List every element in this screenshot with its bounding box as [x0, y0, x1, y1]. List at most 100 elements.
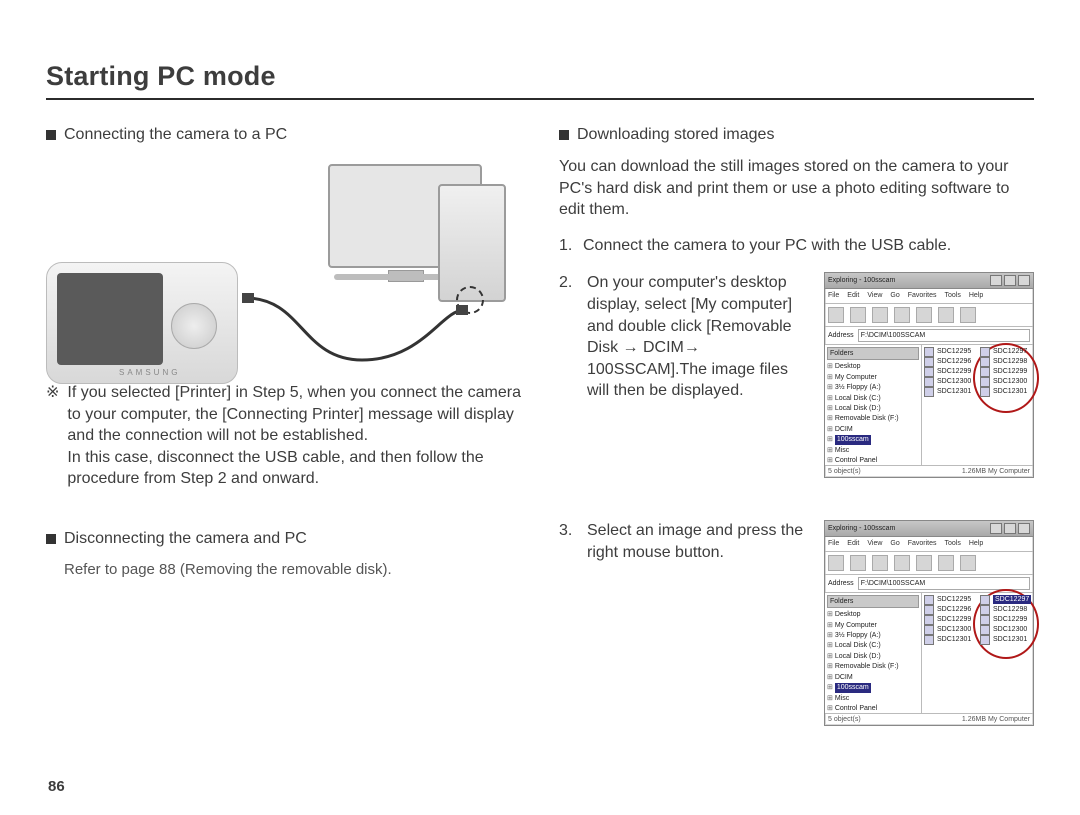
status-bar: 5 object(s)1.26MB My Computer: [825, 713, 1033, 725]
file-item[interactable]: SDC12298: [980, 357, 1027, 367]
step-1: 1. Connect the camera to your PC with th…: [559, 235, 1034, 257]
window-title: Exploring - 100sscam: [828, 276, 895, 285]
file-item[interactable]: SDC12301: [924, 635, 971, 645]
page-number: 86: [48, 777, 65, 797]
menu-item[interactable]: Help: [969, 539, 983, 548]
file-icon: [980, 387, 990, 397]
tree-item[interactable]: 3½ Floppy (A:): [827, 631, 919, 641]
menu-item[interactable]: Edit: [847, 539, 859, 548]
address-bar[interactable]: Address F:\DCIM\100SSCAM: [825, 327, 1033, 345]
address-field[interactable]: F:\DCIM\100SSCAM: [858, 329, 1030, 342]
file-icon: [980, 605, 990, 615]
file-item[interactable]: SDC12300: [924, 625, 971, 635]
tree-item[interactable]: Removable Disk (F:): [827, 662, 919, 672]
menu-item[interactable]: Favorites: [908, 291, 937, 300]
step-number: 2.: [559, 272, 577, 294]
menu-item[interactable]: Help: [969, 291, 983, 300]
camera-icon: SAMSUNG: [46, 262, 238, 384]
file-item[interactable]: SDC12301: [924, 387, 971, 397]
file-item[interactable]: SDC12300: [980, 625, 1031, 635]
file-icon: [980, 635, 990, 645]
section-disconnecting: Disconnecting the camera and PC: [46, 528, 521, 550]
menu-item[interactable]: Tools: [945, 539, 961, 548]
tree-item[interactable]: Local Disk (D:): [827, 652, 919, 662]
menu-bar[interactable]: File Edit View Go Favorites Tools Help: [825, 537, 1033, 551]
file-item[interactable]: SDC12295: [924, 347, 971, 357]
file-item[interactable]: SDC12299: [924, 367, 971, 377]
file-icon: [980, 615, 990, 625]
file-item[interactable]: SDC12299: [924, 615, 971, 625]
tree-item[interactable]: 100sscam: [827, 435, 919, 445]
step-3: 3. Select an image and press the right m…: [559, 520, 1034, 726]
menu-item[interactable]: Go: [890, 291, 899, 300]
section-connecting-title: Connecting the camera to a PC: [64, 124, 287, 146]
tree-item[interactable]: 100sscam: [827, 683, 919, 693]
step-2: 2. On your computer's desktop display, s…: [559, 272, 1034, 478]
file-item[interactable]: SDC12300: [980, 377, 1027, 387]
tree-item[interactable]: Control Panel: [827, 456, 919, 465]
disconnecting-sub: Refer to page 88 (Removing the removable…: [64, 560, 521, 580]
tree-item[interactable]: Local Disk (C:): [827, 641, 919, 651]
window-buttons[interactable]: [990, 523, 1030, 534]
usb-cable-icon: [242, 290, 468, 380]
file-item[interactable]: SDC12296: [924, 605, 971, 615]
address-label: Address: [828, 579, 854, 588]
file-icon: [980, 367, 990, 377]
note-symbol: ※: [46, 382, 59, 490]
section-downloading: Downloading stored images: [559, 124, 1034, 146]
file-icon: [924, 387, 934, 397]
window-buttons[interactable]: [990, 275, 1030, 286]
tree-item[interactable]: Desktop: [827, 362, 919, 372]
tree-item[interactable]: Local Disk (C:): [827, 394, 919, 404]
right-column: Downloading stored images You can downlo…: [559, 122, 1034, 742]
printer-note-text: If you selected [Printer] in Step 5, whe…: [67, 382, 521, 490]
menu-item[interactable]: File: [828, 539, 839, 548]
tree-item[interactable]: Misc: [827, 446, 919, 456]
tree-item[interactable]: Misc: [827, 694, 919, 704]
section-connecting: Connecting the camera to a PC: [46, 124, 521, 146]
pc-tower-icon: [438, 184, 506, 302]
tree-item[interactable]: Desktop: [827, 610, 919, 620]
menu-item[interactable]: Tools: [945, 291, 961, 300]
file-item[interactable]: SDC12299: [980, 615, 1031, 625]
address-bar[interactable]: Address F:\DCIM\100SSCAM: [825, 575, 1033, 593]
tree-item[interactable]: DCIM: [827, 425, 919, 435]
address-field[interactable]: F:\DCIM\100SSCAM: [858, 577, 1030, 590]
file-item[interactable]: SDC12298: [980, 605, 1031, 615]
file-icon: [980, 377, 990, 387]
file-item[interactable]: SDC12299: [980, 367, 1027, 377]
file-item[interactable]: SDC12297: [980, 595, 1031, 605]
tree-item[interactable]: Removable Disk (F:): [827, 414, 919, 424]
file-item[interactable]: SDC12300: [924, 377, 971, 387]
menu-item[interactable]: View: [867, 291, 882, 300]
file-icon: [924, 347, 934, 357]
file-list[interactable]: SDC12295SDC12296SDC12299SDC12300SDC12301…: [922, 345, 1033, 465]
tree-item[interactable]: Local Disk (D:): [827, 404, 919, 414]
tree-header: Folders: [827, 347, 919, 360]
toolbar[interactable]: [825, 552, 1033, 575]
menu-item[interactable]: Favorites: [908, 539, 937, 548]
menu-item[interactable]: Edit: [847, 291, 859, 300]
tree-item[interactable]: My Computer: [827, 621, 919, 631]
tree-item[interactable]: DCIM: [827, 673, 919, 683]
tree-header: Folders: [827, 595, 919, 608]
file-item[interactable]: SDC12296: [924, 357, 971, 367]
tree-item[interactable]: My Computer: [827, 373, 919, 383]
file-list[interactable]: SDC12295SDC12296SDC12299SDC12300SDC12301…: [922, 593, 1033, 713]
tree-item[interactable]: Control Panel: [827, 704, 919, 713]
file-item[interactable]: SDC12301: [980, 635, 1031, 645]
file-icon: [924, 595, 934, 605]
folder-tree[interactable]: Folders DesktopMy Computer3½ Floppy (A:)…: [825, 593, 922, 713]
folder-tree[interactable]: Folders DesktopMy Computer3½ Floppy (A:)…: [825, 345, 922, 465]
file-item[interactable]: SDC12301: [980, 387, 1027, 397]
address-label: Address: [828, 331, 854, 340]
menu-item[interactable]: File: [828, 291, 839, 300]
toolbar[interactable]: [825, 304, 1033, 327]
file-item[interactable]: SDC12297: [980, 347, 1027, 357]
file-item[interactable]: SDC12295: [924, 595, 971, 605]
menu-item[interactable]: View: [867, 539, 882, 548]
tree-item[interactable]: 3½ Floppy (A:): [827, 383, 919, 393]
menu-item[interactable]: Go: [890, 539, 899, 548]
menu-bar[interactable]: File Edit View Go Favorites Tools Help: [825, 289, 1033, 303]
explorer-window: Exploring - 100sscam File Edit View Go Favor…: [824, 272, 1034, 478]
